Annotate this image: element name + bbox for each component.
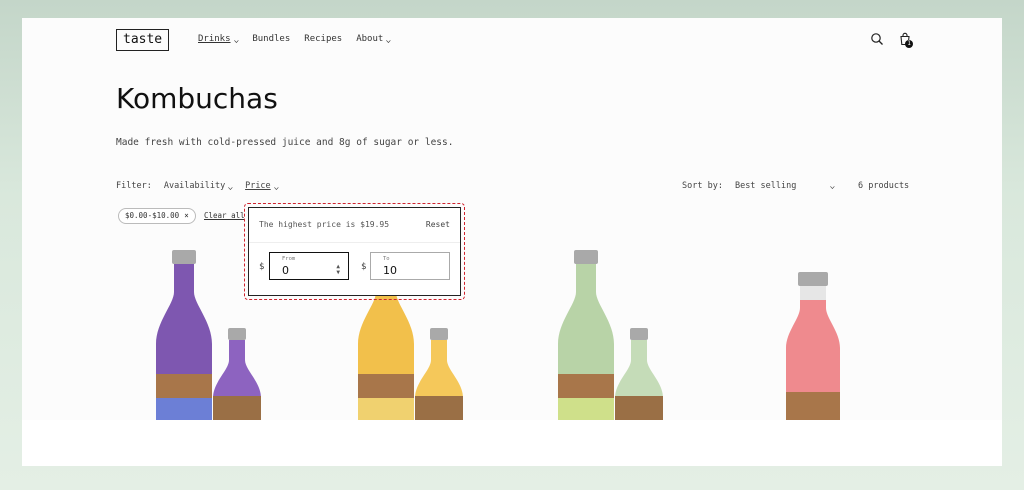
page-bottom-band — [22, 420, 1002, 466]
chevron-down-icon: ⌄ — [385, 34, 392, 44]
filter-bar: Filter: Availability ⌄ Price ⌄ — [116, 181, 279, 191]
store-logo[interactable]: taste — [116, 29, 170, 51]
chevron-down-icon: ⌄ — [227, 181, 234, 191]
to-value: 10 — [383, 264, 397, 277]
nav-bundles[interactable]: Bundles — [252, 34, 290, 44]
nav-drinks[interactable]: Drinks ⌄ — [198, 34, 240, 44]
highest-price-note: The highest price is $19.95 — [259, 220, 390, 229]
sort-value: Best selling — [734, 181, 797, 191]
search-icon[interactable] — [870, 32, 884, 46]
nav-recipes-label: Recipes — [304, 34, 343, 44]
filter-label: Filter: — [116, 181, 152, 191]
nav-drinks-label: Drinks — [198, 34, 231, 44]
chevron-up-icon: ⌄ — [272, 181, 280, 191]
nav-about-label: About — [356, 34, 384, 44]
close-icon[interactable]: × — [184, 209, 189, 223]
product-image-pink-kombucha[interactable] — [762, 268, 862, 422]
collection-description: Made fresh with cold-pressed juice and 8… — [116, 137, 454, 148]
nav-about[interactable]: About ⌄ — [356, 34, 392, 44]
sort-label: Sort by: — [682, 181, 723, 191]
from-label: From — [282, 256, 296, 262]
store-page: taste Drinks ⌄ Bundles Recipes About ⌄ 1… — [22, 18, 1002, 466]
price-from-field[interactable]: From 0 ▲ ▼ — [269, 252, 349, 280]
filter-price-label: Price — [245, 181, 271, 191]
currency-symbol: $ — [361, 262, 367, 272]
nav-bundles-label: Bundles — [252, 34, 291, 44]
active-filter-chip[interactable]: $0.00-$10.00 × — [118, 208, 196, 224]
divider — [249, 242, 460, 243]
product-image-green-kombucha[interactable] — [542, 246, 682, 422]
reset-button[interactable]: Reset — [426, 220, 450, 229]
stepper-icon[interactable]: ▲ ▼ — [336, 264, 340, 276]
product-count: 6 products — [858, 181, 910, 191]
chevron-down-icon: ⌄ — [829, 181, 836, 190]
cart-count-badge: 1 — [905, 40, 913, 48]
nav-recipes[interactable]: Recipes — [304, 34, 342, 44]
sort-select[interactable]: Best selling ⌄ — [734, 181, 836, 191]
filter-price[interactable]: Price ⌄ — [245, 181, 280, 191]
main-nav: Drinks ⌄ Bundles Recipes About ⌄ — [198, 34, 392, 44]
sort-control: Sort by: Best selling ⌄ — [682, 181, 836, 191]
price-to-field[interactable]: To 10 — [370, 252, 450, 280]
chevron-down-icon: ⌄ — [232, 34, 240, 44]
chip-label: $0.00-$10.00 — [125, 211, 180, 220]
price-filter-popup: The highest price is $19.95 Reset $ From… — [248, 207, 461, 296]
filter-availability[interactable]: Availability ⌄ — [163, 181, 234, 191]
clear-all-link[interactable]: Clear all — [204, 211, 245, 220]
filter-availability-label: Availability — [163, 181, 226, 191]
collection-title: Kombuchas — [116, 82, 278, 115]
from-value: 0 — [282, 264, 289, 277]
to-label: To — [383, 256, 390, 262]
currency-symbol: $ — [259, 262, 265, 272]
